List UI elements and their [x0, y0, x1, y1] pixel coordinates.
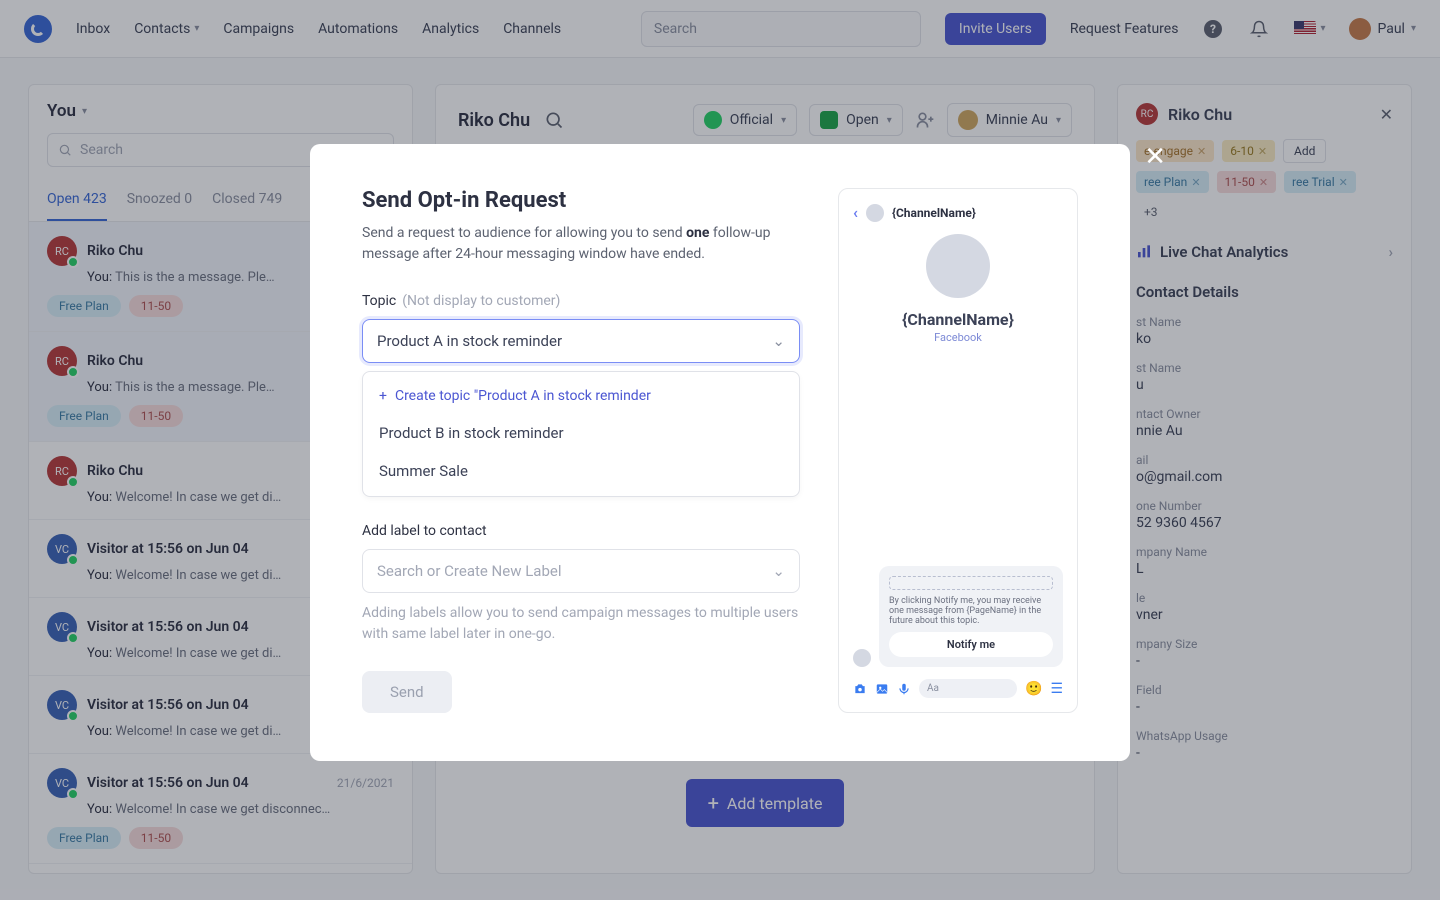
preview-image-placeholder: [889, 576, 1053, 590]
preview-profile: {ChannelName} Facebook: [853, 234, 1063, 344]
preview-channel-name-large: {ChannelName}: [902, 310, 1014, 329]
preview-platform: Facebook: [934, 331, 982, 344]
preview-disclaimer: By clicking Notify me, you may receive o…: [889, 596, 1053, 626]
plus-icon: +: [379, 388, 387, 404]
camera-icon: [853, 682, 867, 696]
label-help-text: Adding labels allow you to send campaign…: [362, 603, 800, 645]
topic-option[interactable]: Summer Sale: [363, 452, 799, 490]
modal-title: Send Opt-in Request: [362, 188, 800, 213]
image-icon: [875, 682, 889, 696]
label-placeholder: Search or Create New Label: [377, 562, 561, 580]
modal-close-icon[interactable]: ✕: [1144, 142, 1166, 172]
message-preview: ‹ {ChannelName} {ChannelName} Facebook B…: [838, 188, 1078, 713]
modal-description: Send a request to audience for allowing …: [362, 223, 800, 265]
opt-in-modal: ✕ Send Opt-in Request Send a request to …: [310, 144, 1130, 761]
preview-message-row: By clicking Notify me, you may receive o…: [853, 566, 1063, 667]
topic-value: Product A in stock reminder: [377, 332, 562, 350]
preview-channel-name: {ChannelName}: [892, 206, 976, 220]
send-button[interactable]: Send: [362, 671, 452, 713]
topic-option[interactable]: Product B in stock reminder: [363, 414, 799, 452]
preview-header: ‹ {ChannelName}: [853, 203, 1063, 222]
preview-text-input: Aa: [919, 679, 1017, 698]
preview-avatar-small: [866, 204, 884, 222]
preview-message-card: By clicking Notify me, you may receive o…: [879, 566, 1063, 667]
topic-label: Topic(Not display to customer): [362, 293, 800, 309]
label-combobox[interactable]: Search or Create New Label ⌄: [362, 549, 800, 593]
modal-backdrop[interactable]: ✕ Send Opt-in Request Send a request to …: [0, 0, 1440, 900]
add-label-title: Add label to contact: [362, 523, 800, 539]
topic-dropdown: + Create topic "Product A in stock remin…: [362, 371, 800, 497]
menu-icon: ☰: [1050, 681, 1063, 697]
emoji-icon: 🙂: [1025, 681, 1042, 697]
topic-combobox[interactable]: Product A in stock reminder ⌄: [362, 319, 800, 363]
preview-sender-avatar: [853, 649, 871, 667]
chevron-down-icon: ⌄: [772, 332, 785, 350]
preview-input-row: Aa 🙂 ☰: [853, 679, 1063, 698]
create-topic-option[interactable]: + Create topic "Product A in stock remin…: [363, 378, 799, 414]
mic-icon: [897, 682, 911, 696]
preview-avatar-large: [926, 234, 990, 298]
back-icon: ‹: [853, 203, 858, 222]
preview-notify-button: Notify me: [889, 632, 1053, 657]
chevron-down-icon: ⌄: [772, 562, 785, 580]
